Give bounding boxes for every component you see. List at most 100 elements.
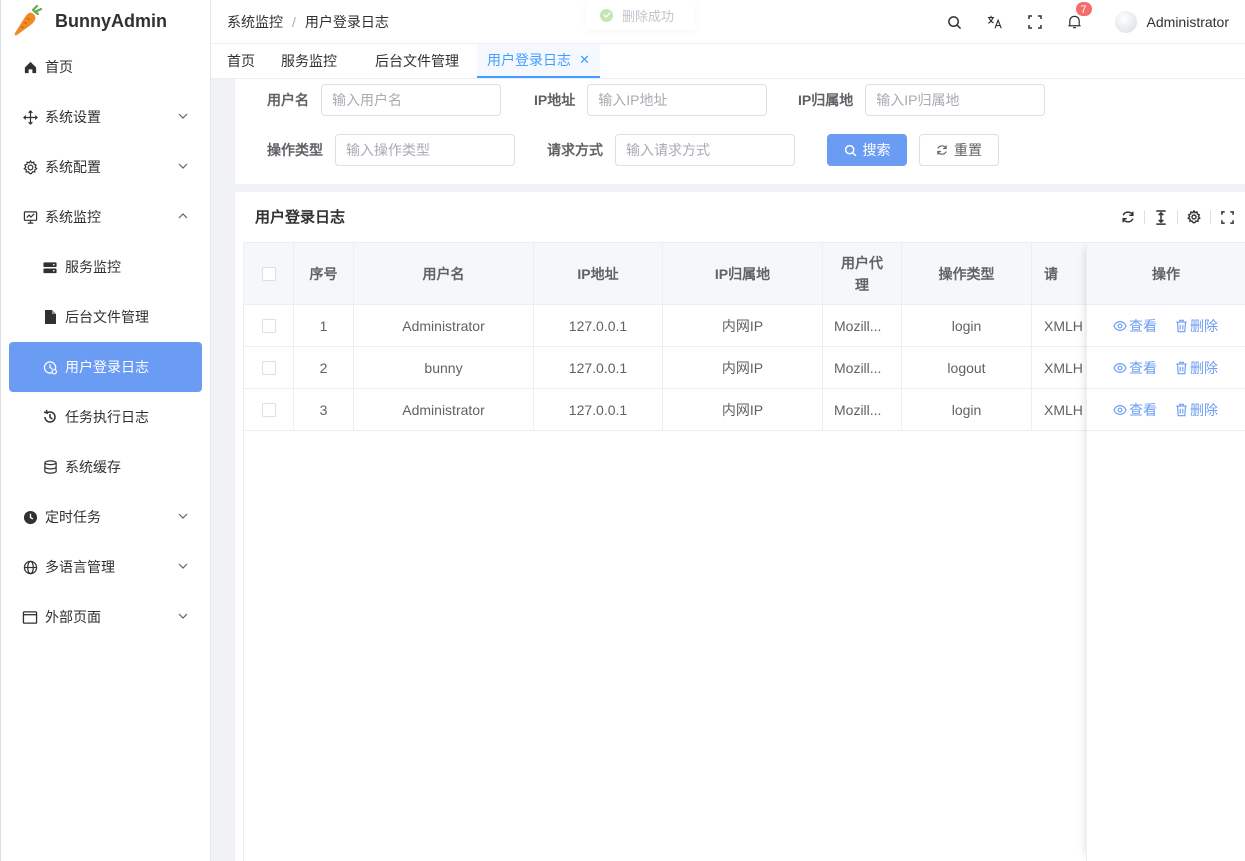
top-header: 系统监控 / 用户登录日志 7 Administrator	[211, 0, 1245, 44]
column-header: 请	[1032, 243, 1087, 304]
delete-button[interactable]: 删除	[1175, 316, 1218, 336]
tabs-bar: 首页 服务监控 后台文件管理 用户登录日志 ✕	[211, 44, 1245, 79]
sidebar-item-home[interactable]: 首页	[1, 42, 210, 92]
tab-login-log[interactable]: 用户登录日志 ✕	[477, 44, 600, 78]
row-actions: 查看 删除	[1087, 347, 1245, 389]
sidebar-item-label: 系统配置	[45, 159, 101, 175]
cell-ip: 127.0.0.1	[534, 389, 663, 430]
eye-icon	[1113, 320, 1127, 332]
cell-username: Administrator	[354, 305, 534, 346]
ip-input[interactable]	[587, 84, 768, 116]
method-input[interactable]	[615, 134, 795, 166]
delete-button-label: 删除	[1190, 317, 1218, 334]
close-icon[interactable]: ✕	[579, 52, 590, 68]
sidebar-item-i18n[interactable]: 多语言管理	[1, 542, 210, 592]
cell-method-text: XMLH	[1044, 359, 1083, 376]
tab-home[interactable]: 首页	[217, 44, 265, 78]
cell-location: 内网IP	[663, 389, 823, 430]
op-type-input[interactable]	[335, 134, 515, 166]
reset-button[interactable]: 重置	[919, 134, 999, 166]
username-input[interactable]	[321, 84, 501, 116]
logo[interactable]: BunnyAdmin	[1, 0, 210, 42]
database-icon	[42, 459, 58, 475]
op-type-label: 操作类型	[267, 142, 323, 158]
location-field-group: IP归属地	[798, 84, 1046, 116]
breadcrumb: 系统监控 / 用户登录日志	[211, 12, 389, 32]
delete-button[interactable]: 删除	[1175, 400, 1218, 420]
method-label: 请求方式	[547, 142, 603, 158]
sidebar-item-service-monitor[interactable]: 服务监控	[1, 242, 210, 292]
bell-icon[interactable]: 7	[1067, 1, 1093, 30]
sidebar-item-label: 多语言管理	[45, 559, 115, 575]
cell-agent-text: Mozill...	[834, 401, 882, 418]
tab-label: 首页	[227, 53, 255, 69]
column-header: 用户代理	[823, 243, 902, 304]
row-checkbox[interactable]	[261, 360, 276, 375]
cell-index: 1	[294, 305, 354, 346]
view-button[interactable]: 查看	[1113, 358, 1157, 378]
select-all-checkbox[interactable]	[261, 266, 276, 281]
eye-icon	[1113, 362, 1127, 374]
success-toast: 删除成功	[586, 0, 695, 30]
row-checkbox-cell	[244, 347, 294, 388]
cell-op-type: login	[902, 389, 1032, 430]
op-type-field-group: 操作类型	[267, 134, 515, 166]
header-actions: 7 Administrator	[923, 0, 1229, 44]
sidebar-item-scheduled-tasks[interactable]: 定时任务	[1, 492, 210, 542]
sidebar-item-label: 用户登录日志	[65, 359, 149, 375]
settings-icon[interactable]	[1186, 209, 1202, 225]
user-name[interactable]: Administrator	[1147, 14, 1229, 30]
method-field-group: 请求方式	[547, 134, 795, 166]
row-checkbox[interactable]	[261, 402, 276, 417]
refresh-icon[interactable]	[1120, 209, 1136, 225]
cell-agent-text: Mozill...	[834, 317, 882, 334]
row-actions: 查看 删除	[1087, 389, 1245, 431]
sidebar-item-file-manager[interactable]: 后台文件管理	[1, 292, 210, 342]
fullscreen-icon[interactable]	[1027, 14, 1043, 30]
cell-index: 2	[294, 347, 354, 388]
cell-index: 3	[294, 389, 354, 430]
location-input[interactable]	[865, 84, 1046, 116]
sidebar-item-system-config[interactable]: 系统配置	[1, 142, 210, 192]
sidebar-item-system-cache[interactable]: 系统缓存	[1, 442, 210, 492]
monitor-icon	[22, 209, 38, 225]
column-header-label: 用户代理	[841, 254, 883, 293]
delete-button[interactable]: 删除	[1175, 358, 1218, 378]
avatar[interactable]	[1114, 11, 1137, 33]
cell-method-text: XMLH	[1044, 317, 1083, 334]
tab-label: 后台文件管理	[375, 53, 459, 69]
row-checkbox[interactable]	[261, 318, 276, 333]
carrot-logo-icon	[14, 4, 43, 36]
view-button[interactable]: 查看	[1113, 400, 1157, 420]
refresh-icon	[936, 144, 948, 156]
tab-file-manager[interactable]: 后台文件管理	[365, 44, 469, 78]
table-toolbar	[1120, 209, 1235, 225]
sidebar-item-login-log[interactable]: 用户登录日志	[9, 342, 202, 392]
fullscreen-icon[interactable]	[1219, 209, 1235, 225]
breadcrumb-item-current: 用户登录日志	[304, 13, 389, 30]
cell-op-type: logout	[902, 347, 1032, 388]
tab-service-monitor[interactable]: 服务监控	[271, 44, 347, 78]
breadcrumb-item[interactable]: 系统监控	[227, 12, 283, 32]
search-button-label: 搜索	[862, 142, 891, 158]
sidebar: BunnyAdmin 首页 系统设置 系统配置 系统监控 服务监控 后台文件管理…	[0, 0, 211, 861]
sidebar-item-system-settings[interactable]: 系统设置	[1, 92, 210, 142]
home-icon	[22, 59, 38, 75]
sidebar-item-external-pages[interactable]: 外部页面	[1, 592, 210, 642]
sidebar-item-label: 服务监控	[65, 259, 121, 275]
row-density-icon[interactable]	[1153, 209, 1169, 225]
sidebar-item-system-monitor[interactable]: 系统监控	[1, 192, 210, 242]
search-button[interactable]: 搜索	[827, 134, 907, 166]
sidebar-item-task-log[interactable]: 任务执行日志	[1, 392, 210, 442]
cell-location: 内网IP	[663, 305, 823, 346]
view-button[interactable]: 查看	[1113, 316, 1157, 336]
translate-icon[interactable]	[987, 14, 1003, 30]
search-icon[interactable]	[947, 14, 963, 30]
column-header: 序号	[294, 243, 354, 304]
clock-icon	[22, 509, 38, 525]
column-header: IP归属地	[663, 243, 823, 304]
sidebar-item-label: 系统监控	[45, 209, 101, 225]
eye-icon	[1113, 404, 1127, 416]
chevron-down-icon	[178, 613, 188, 619]
view-button-label: 查看	[1129, 317, 1157, 334]
